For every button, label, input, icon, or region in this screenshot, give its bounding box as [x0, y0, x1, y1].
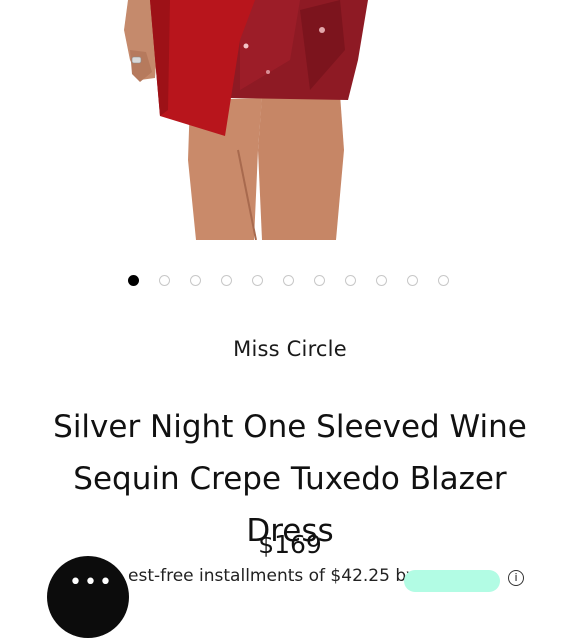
carousel-dot-10[interactable] [407, 275, 418, 286]
carousel-dot-4[interactable] [221, 275, 232, 286]
carousel-dot-5[interactable] [252, 275, 263, 286]
image-carousel-dots [0, 272, 580, 290]
info-icon[interactable]: i [508, 570, 524, 586]
carousel-dot-7[interactable] [314, 275, 325, 286]
product-photo [124, 0, 368, 240]
carousel-dot-1[interactable] [128, 275, 139, 286]
carousel-dot-9[interactable] [376, 275, 387, 286]
carousel-dot-8[interactable] [345, 275, 356, 286]
carousel-dot-6[interactable] [283, 275, 294, 286]
brand-name[interactable]: Miss Circle [0, 337, 580, 361]
carousel-dot-11[interactable] [438, 275, 449, 286]
product-price: $169 [258, 530, 322, 559]
installments-text: est-free installments of $42.25 by [128, 566, 417, 586]
carousel-dot-3[interactable] [190, 275, 201, 286]
carousel-dot-2[interactable] [159, 275, 170, 286]
chat-bubble-icon[interactable]: ••• [47, 556, 129, 638]
product-image[interactable] [0, 0, 580, 240]
afterpay-logo [404, 570, 500, 592]
